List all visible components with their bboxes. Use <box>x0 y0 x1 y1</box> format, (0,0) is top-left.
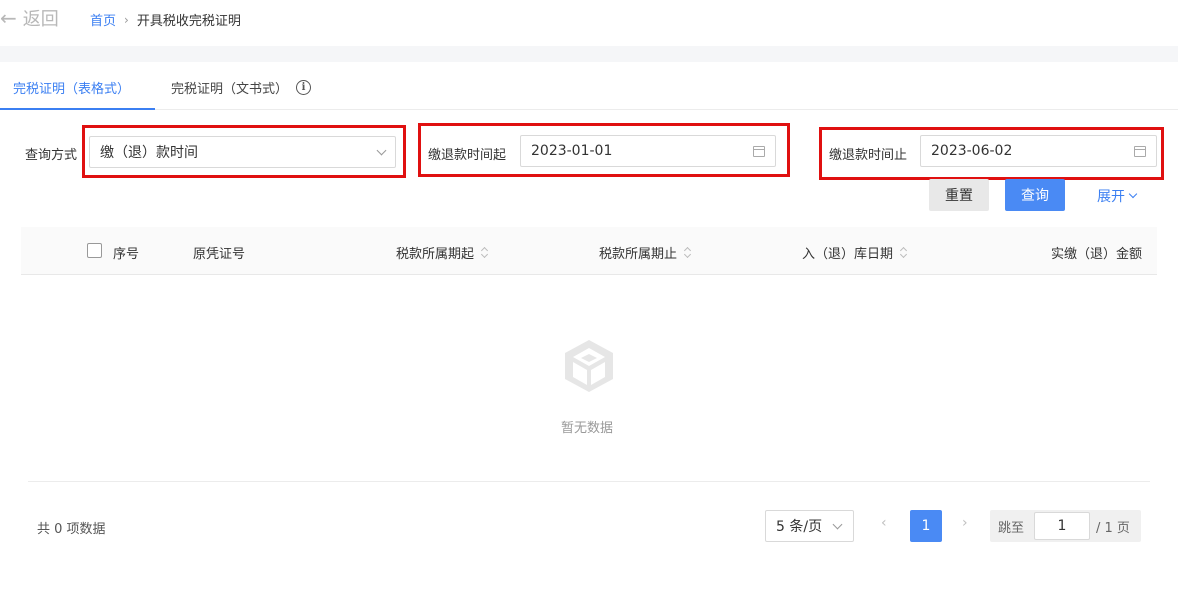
column-header-storage-date[interactable]: 入（退）库日期 <box>802 243 908 262</box>
active-tab-indicator <box>0 108 155 110</box>
page-1-button[interactable]: 1 <box>910 510 942 542</box>
end-date-picker[interactable]: 2023-06-02 <box>920 135 1157 167</box>
info-icon[interactable]: i <box>296 80 312 95</box>
start-date-picker[interactable]: 2023-01-01 <box>520 135 776 167</box>
chevron-down-icon <box>832 519 843 529</box>
end-date-value: 2023-06-02 <box>931 143 1013 159</box>
back-label: 返回 <box>22 9 59 30</box>
column-header-period-start[interactable]: 税款所属期起 <box>396 243 489 262</box>
back-button[interactable]: ← 返回 <box>0 6 59 30</box>
query-method-value: 缴（退）款时间 <box>100 145 198 161</box>
reset-button[interactable]: 重置 <box>929 179 989 211</box>
breadcrumb-separator-icon: › <box>124 12 129 27</box>
tab-document-format[interactable]: 完税证明（文书式） i <box>171 78 312 97</box>
tab-document-format-label: 完税证明（文书式） <box>171 82 289 97</box>
empty-box-icon <box>565 340 613 392</box>
header-divider-band <box>0 46 1178 62</box>
column-header-period-end[interactable]: 税款所属期止 <box>599 243 692 262</box>
empty-state-text: 暂无数据 <box>561 421 614 436</box>
breadcrumb-current: 开具税收完税证明 <box>136 14 241 29</box>
back-arrow-icon: ← <box>0 6 17 30</box>
table-bottom-divider <box>28 481 1150 482</box>
sort-icon <box>683 246 692 259</box>
calendar-icon <box>1134 145 1146 157</box>
total-pages: / 1 页 <box>1096 521 1130 536</box>
column-header-amount: 实缴（退）金额 <box>1051 247 1143 262</box>
column-header-index: 序号 <box>113 247 140 262</box>
breadcrumb: 首页 › 开具税收完税证明 <box>90 10 241 30</box>
end-date-label: 缴退款时间止 <box>829 148 908 163</box>
expand-toggle[interactable]: 展开 <box>1097 186 1138 206</box>
select-all-checkbox[interactable] <box>87 243 102 258</box>
start-date-label: 缴退款时间起 <box>428 148 507 163</box>
page-jumper: 跳至 / 1 页 <box>990 510 1141 542</box>
column-header-period-start-label: 税款所属期起 <box>396 247 475 262</box>
chevron-down-icon <box>1128 189 1138 199</box>
column-header-period-end-label: 税款所属期止 <box>599 247 678 262</box>
column-header-storage-date-label: 入（退）库日期 <box>802 247 894 262</box>
column-header-original-voucher: 原凭证号 <box>193 247 246 262</box>
sort-icon <box>899 246 908 259</box>
page-size-value: 5 条/页 <box>776 519 823 535</box>
query-button[interactable]: 查询 <box>1005 179 1065 211</box>
jump-label: 跳至 <box>998 521 1025 536</box>
tab-bar: 完税证明（表格式） 完税证明（文书式） i <box>0 62 1178 110</box>
calendar-icon <box>753 145 765 157</box>
prev-page-button[interactable]: ‹ <box>881 515 887 531</box>
query-method-label: 查询方式 <box>25 148 78 163</box>
next-page-button[interactable]: › <box>962 515 968 531</box>
breadcrumb-home[interactable]: 首页 <box>90 10 116 29</box>
chevron-down-icon <box>376 145 387 155</box>
total-count: 共 0 项数据 <box>37 522 106 537</box>
page-size-select[interactable]: 5 条/页 <box>765 510 854 542</box>
tab-table-format[interactable]: 完税证明（表格式） <box>13 78 130 97</box>
start-date-value: 2023-01-01 <box>531 143 613 159</box>
sort-icon <box>480 246 489 259</box>
expand-label: 展开 <box>1097 189 1125 205</box>
table-header: 序号 原凭证号 税款所属期起 税款所属期止 入（退）库日期 实缴（退）金额 <box>21 227 1157 275</box>
jump-page-input[interactable] <box>1034 512 1090 540</box>
query-method-select[interactable]: 缴（退）款时间 <box>89 136 396 168</box>
